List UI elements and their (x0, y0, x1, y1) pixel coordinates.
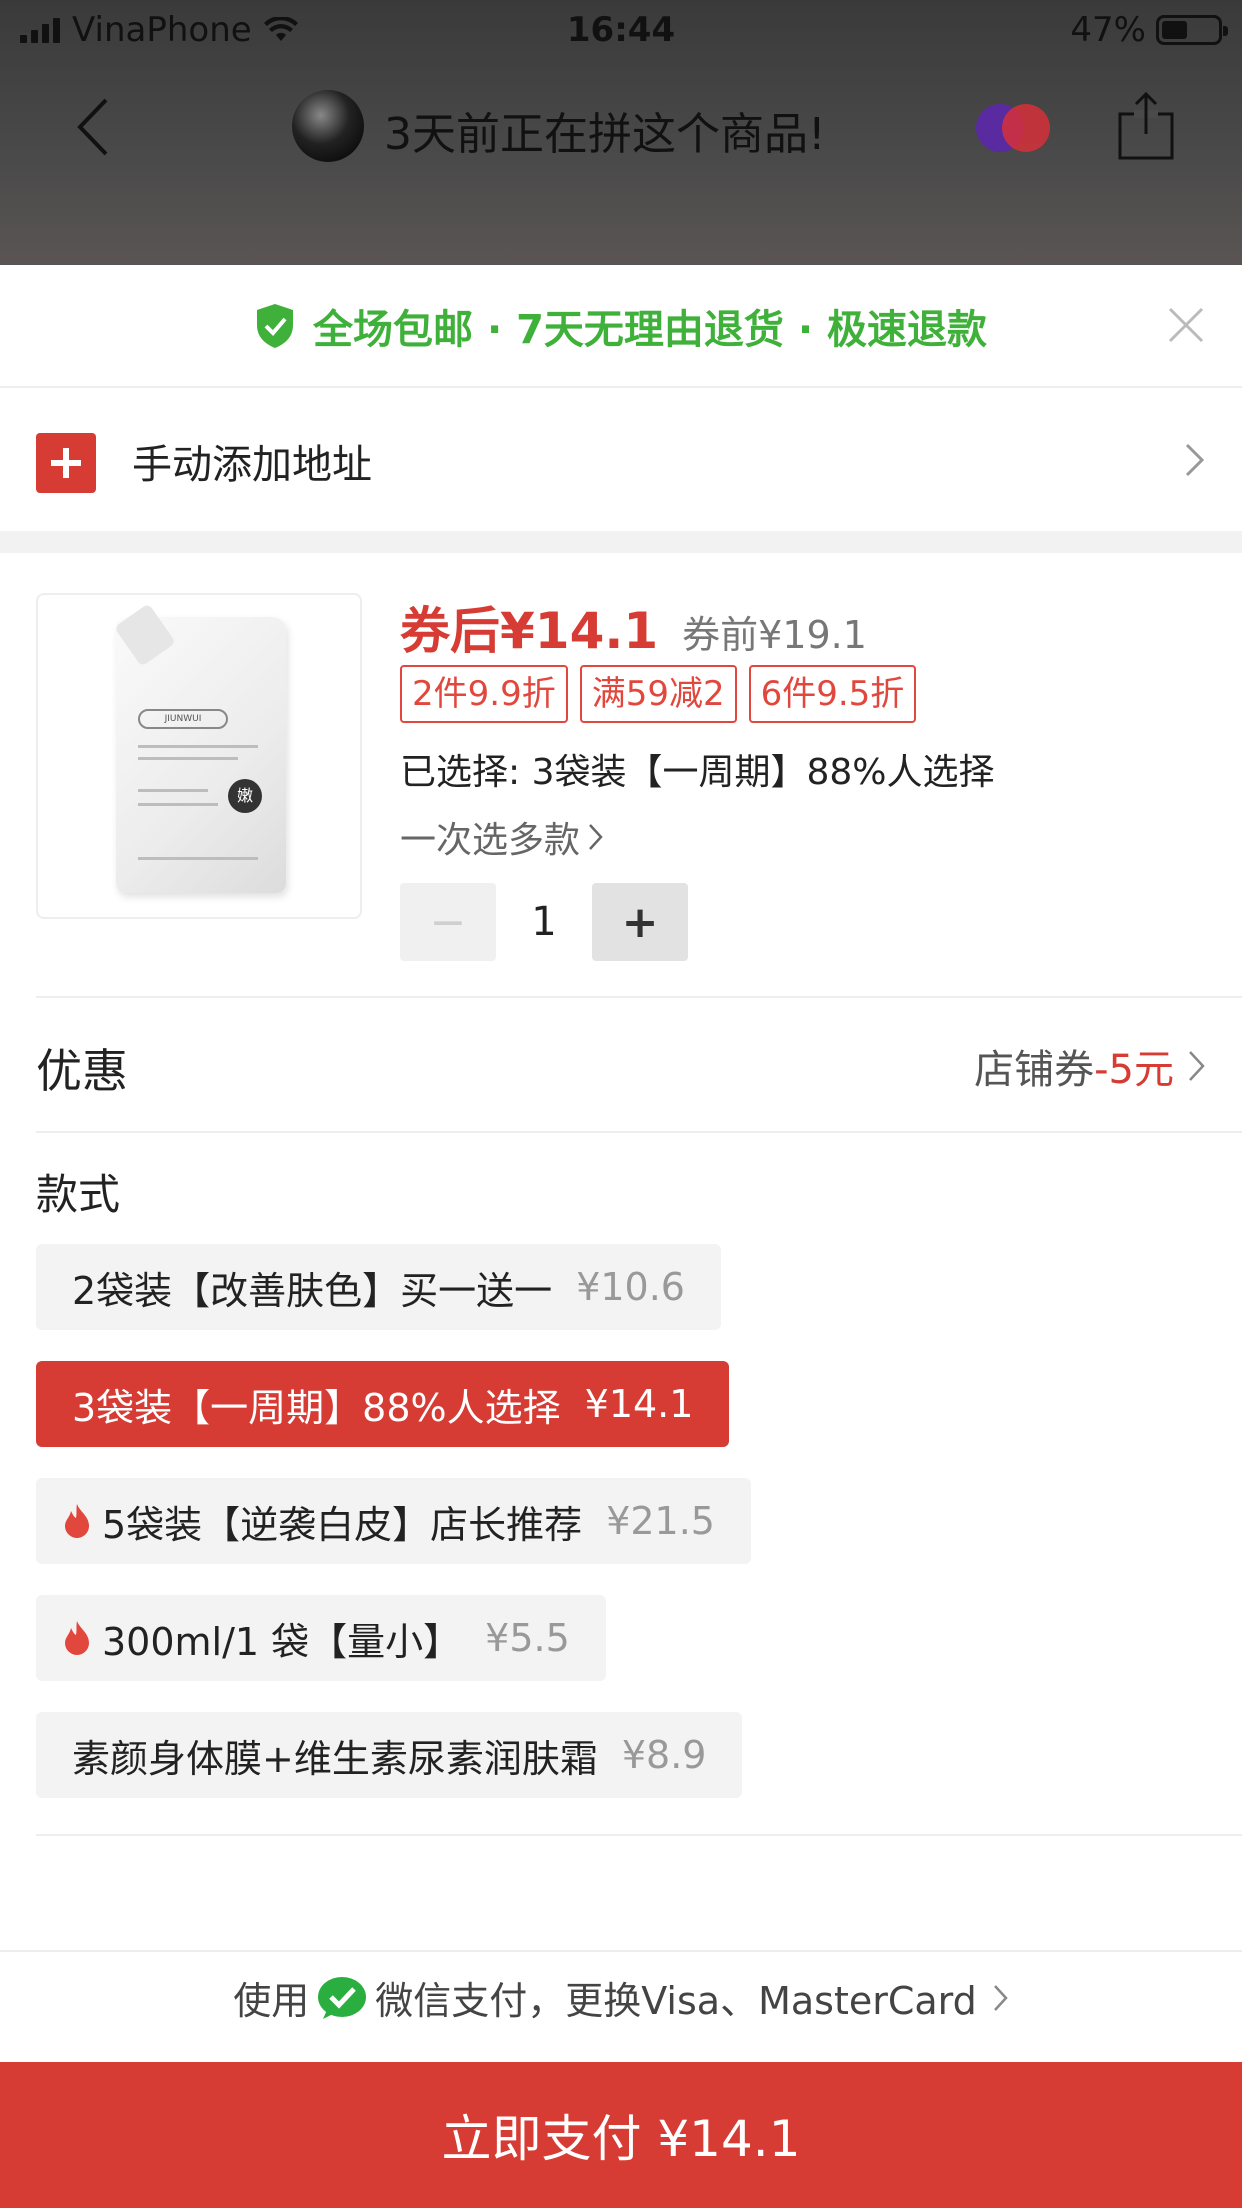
purchase-sheet: 全场包邮 · 7天无理由退货 · 极速退款 手动添加地址 JIUNWUI 嫩 券… (0, 265, 1242, 2208)
coupon-discount: -5元 (1094, 1047, 1174, 1093)
multi-select-link[interactable]: 一次选多款 (400, 811, 604, 863)
price-before-coupon: 券前¥19.1 (682, 613, 867, 657)
divider (36, 996, 1242, 998)
battery-percent: 47% (1070, 10, 1146, 50)
style-option-price: ¥5.5 (485, 1616, 570, 1660)
style-option[interactable]: 素颜身体膜+维生素尿素润肤霜 ¥8.9 (36, 1712, 743, 1798)
coupon-label: 优惠 (36, 1044, 128, 1098)
wechat-pay-icon (318, 1976, 367, 2019)
hot-flame-icon (65, 1504, 89, 1538)
style-option-label: 300ml/1 袋【量小】 (102, 1619, 462, 1664)
battery-icon (1156, 15, 1228, 45)
nav-title: 3天前正在拼这个商品! (384, 109, 826, 160)
section-divider (0, 531, 1242, 553)
chevron-right-icon (993, 1984, 1008, 2011)
guarantee-banner: 全场包邮 · 7天无理由退货 · 极速退款 (0, 265, 1242, 388)
shield-check-icon (257, 303, 294, 348)
status-right: 47% (1070, 10, 1228, 50)
style-option-price: ¥10.6 (576, 1265, 685, 1309)
decrease-quantity-button[interactable]: − (400, 883, 496, 961)
status-bar: VinaPhone 16:44 47% (0, 0, 1242, 62)
style-option[interactable]: 300ml/1 袋【量小】 ¥5.5 (36, 1595, 606, 1681)
promo-tags: 2件9.9折 满59减2 6件9.5折 (400, 665, 917, 723)
promo-tag: 6件9.5折 (748, 665, 917, 723)
add-address-label: 手动添加地址 (132, 442, 372, 488)
selected-variant: 已选择: 3袋装【一周期】88%人选择 (400, 752, 995, 793)
style-option-label: 3袋装【一周期】88%人选择 (72, 1385, 561, 1430)
multi-select-label: 一次选多款 (400, 820, 581, 861)
payment-method-selector[interactable]: 使用 微信支付，更换Visa、MasterCard (0, 1970, 1242, 2025)
guarantee-text: 全场包邮 · 7天无理由退货 · 极速退款 (313, 306, 987, 353)
chevron-right-icon (1185, 443, 1205, 477)
payment-method-label: 微信支付，更换Visa、MasterCard (375, 1979, 977, 2023)
add-icon (36, 433, 96, 493)
product-image[interactable]: JIUNWUI 嫩 (36, 593, 362, 919)
price-row: 券后¥14.1 券前¥19.1 (400, 591, 867, 663)
style-section-title: 款式 (36, 1170, 121, 1219)
avatar (292, 90, 364, 162)
style-option-selected[interactable]: 3袋装【一周期】88%人选择 ¥14.1 (36, 1361, 730, 1447)
style-option-price: ¥8.9 (621, 1733, 707, 1777)
price-after-coupon: 券后¥14.1 (400, 602, 659, 660)
divider (0, 1950, 1242, 1952)
share-icon[interactable] (1116, 92, 1176, 162)
product-pouch-illustration: JIUNWUI 嫩 (114, 603, 286, 893)
increase-quantity-button[interactable]: + (592, 883, 688, 961)
nav-bar: 3天前正在拼这个商品! (0, 62, 1242, 192)
hot-flame-icon (65, 1621, 89, 1655)
payment-prefix: 使用 (233, 1979, 310, 2023)
divider (36, 1131, 1242, 1133)
quantity-value: 1 (531, 899, 557, 945)
store-coupon-selector[interactable]: 店铺券-5元 (974, 1037, 1206, 1095)
status-time: 16:44 (566, 10, 676, 50)
style-option-label: 5袋装【逆袭白皮】店长推荐 (102, 1502, 583, 1547)
chevron-right-icon (589, 824, 603, 850)
divider (36, 1834, 1242, 1836)
back-icon[interactable] (70, 92, 120, 162)
chevron-right-icon (1189, 1051, 1205, 1081)
style-option-price: ¥21.5 (606, 1499, 715, 1543)
style-option-label: 2袋装【改善肤色】买一送一 (72, 1268, 553, 1313)
pay-now-button[interactable]: 立即支付 ¥14.1 (0, 2062, 1242, 2208)
style-option[interactable]: 2袋装【改善肤色】买一送一 ¥10.6 (36, 1244, 721, 1330)
background-page: VinaPhone 16:44 47% 3天前正在拼这个商品! (0, 0, 1242, 265)
promo-tag: 满59减2 (579, 665, 737, 723)
add-address-row[interactable]: 手动添加地址 (0, 388, 1242, 531)
promo-tag: 2件9.9折 (400, 665, 568, 723)
style-option-label: 素颜身体膜+维生素尿素润肤霜 (72, 1736, 598, 1781)
close-icon[interactable] (1166, 305, 1206, 345)
style-option-price: ¥14.1 (584, 1382, 694, 1426)
quantity-stepper: − 1 + (400, 883, 688, 961)
group-logo-icon (976, 104, 1052, 152)
style-option[interactable]: 5袋装【逆袭白皮】店长推荐 ¥21.5 (36, 1478, 751, 1564)
store-coupon-label: 店铺券 (974, 1047, 1095, 1093)
